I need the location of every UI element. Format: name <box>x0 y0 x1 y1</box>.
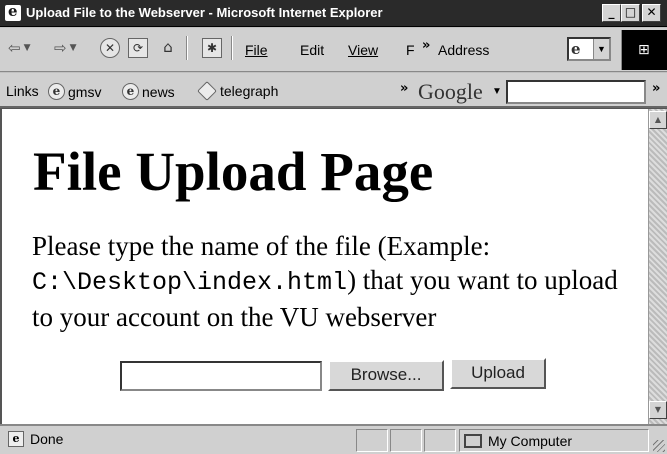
address-dropdown-icon[interactable]: ▼ <box>593 39 609 59</box>
back-button[interactable]: ⇦ ▼ <box>8 34 31 62</box>
back-arrow-icon: ⇦ <box>8 39 21 57</box>
page-icon: e <box>571 40 581 58</box>
address-label: Address <box>438 42 490 58</box>
status-text: e Done <box>8 431 63 447</box>
address-bar[interactable]: e ▼ <box>567 37 611 61</box>
home-button[interactable]: ⌂ <box>158 34 178 62</box>
links-label: Links <box>6 83 39 99</box>
status-pane <box>424 429 456 452</box>
favorites-icon: ✱ <box>202 38 222 58</box>
title-bar: Upload File to the Webserver - Microsoft… <box>0 0 667 27</box>
security-zone: My Computer <box>459 429 649 452</box>
back-dropdown-icon[interactable]: ▼ <box>24 43 31 53</box>
ie-page-icon: e <box>122 83 139 100</box>
forward-dropdown-icon[interactable]: ▼ <box>70 43 77 53</box>
example-path: C:\Desktop\index.html <box>32 268 348 297</box>
browser-toolbar: ⇦ ▼ ⇨ ▼ ✕ ⟳ ⌂ ✱ File Edit View F » Addre… <box>0 28 667 72</box>
page-heading: File Upload Page <box>33 141 434 202</box>
forward-arrow-icon: ⇨ <box>54 39 67 57</box>
status-pane <box>390 429 422 452</box>
google-more-chevron[interactable]: » <box>652 81 660 96</box>
computer-icon <box>464 433 482 448</box>
link-news[interactable]: e news <box>122 83 175 100</box>
menu-more-chevron[interactable]: » <box>422 38 430 53</box>
stop-button[interactable]: ✕ <box>100 34 120 62</box>
page-description: Please type the name of the file (Exampl… <box>32 231 618 332</box>
menu-view[interactable]: View <box>348 42 378 58</box>
windows-flag-icon: ⊞ <box>638 42 650 58</box>
status-pane <box>356 429 388 452</box>
google-toolbar-logo[interactable]: Google <box>418 79 483 105</box>
refresh-button[interactable]: ⟳ <box>128 34 148 62</box>
status-bar: e Done My Computer <box>0 424 667 454</box>
links-bar: Links e gmsv e news telegraph » Google ▼… <box>0 73 667 108</box>
forward-button[interactable]: ⇨ ▼ <box>54 34 77 62</box>
windows-logo: ⊞ <box>621 30 667 70</box>
scroll-up-icon[interactable]: ▲ <box>649 111 667 129</box>
vertical-scrollbar[interactable]: ▲ ▼ <box>648 109 667 424</box>
toolbar-separator <box>186 36 188 60</box>
link-telegraph[interactable]: telegraph <box>197 81 278 101</box>
ie-logo-icon <box>5 2 21 21</box>
toolbar-separator <box>231 36 233 60</box>
file-path-input[interactable] <box>120 361 322 391</box>
window-title: Upload File to the Webserver - Microsoft… <box>26 5 383 20</box>
resize-grip-icon[interactable] <box>653 440 665 452</box>
google-search-input[interactable] <box>506 80 646 104</box>
link-gmsv[interactable]: e gmsv <box>48 83 101 100</box>
google-dropdown-icon[interactable]: ▼ <box>492 86 502 97</box>
upload-button[interactable]: Upload <box>450 358 546 389</box>
diamond-icon <box>197 81 217 101</box>
home-icon: ⌂ <box>163 38 173 56</box>
menu-edit[interactable]: Edit <box>300 42 324 58</box>
browse-button[interactable]: Browse... <box>328 360 444 391</box>
links-more-chevron[interactable]: » <box>400 81 408 96</box>
scroll-down-icon[interactable]: ▼ <box>649 401 667 419</box>
menu-file[interactable]: File <box>245 42 268 58</box>
page-content: File Upload Page Please type the name of… <box>0 108 667 424</box>
ie-page-icon: e <box>48 83 65 100</box>
close-button[interactable]: ✕ <box>642 4 661 22</box>
minimize-button[interactable]: _ <box>602 4 621 22</box>
maximize-button[interactable]: □ <box>621 4 640 22</box>
ie-page-icon: e <box>8 431 24 447</box>
stop-icon: ✕ <box>100 38 120 58</box>
menu-favorites[interactable]: F <box>406 42 415 58</box>
window-controls: _ □ ✕ <box>602 4 661 22</box>
favorites-button[interactable]: ✱ <box>202 34 222 62</box>
refresh-icon: ⟳ <box>128 38 148 58</box>
